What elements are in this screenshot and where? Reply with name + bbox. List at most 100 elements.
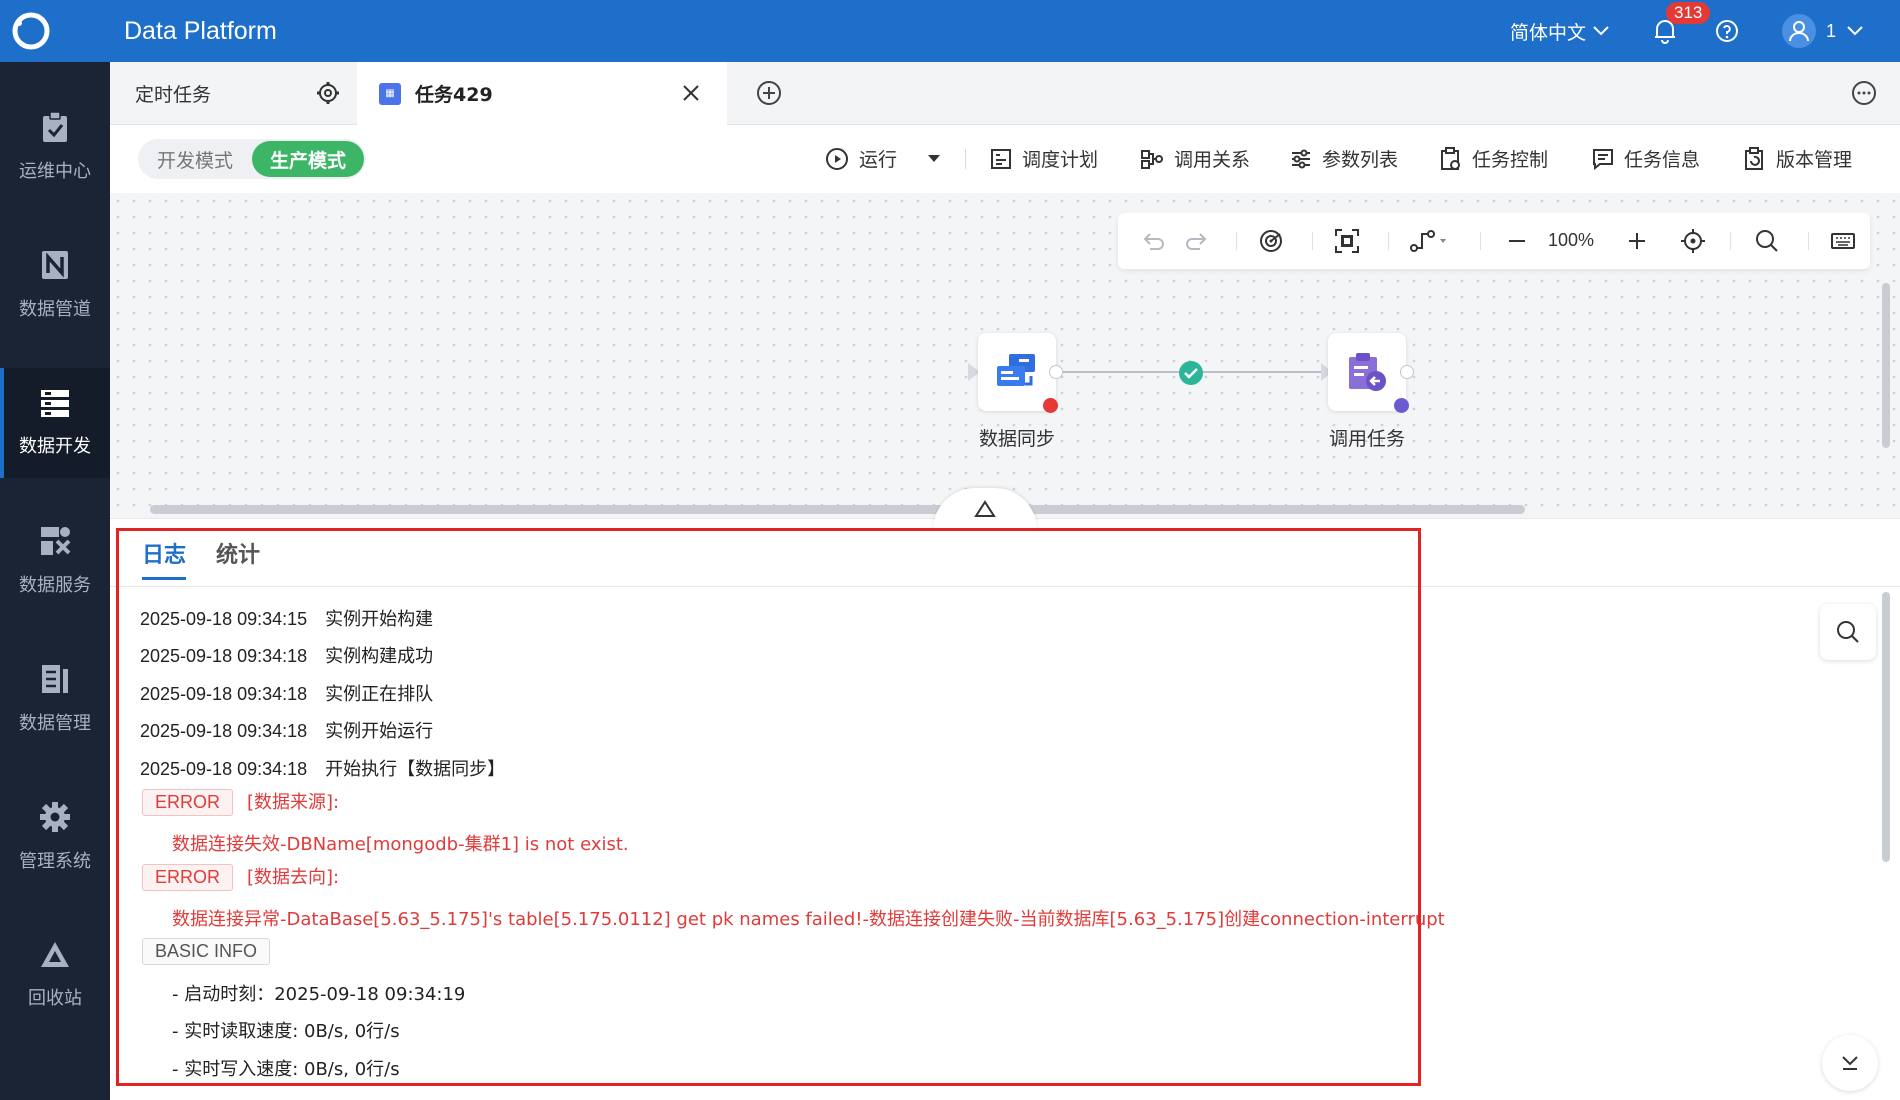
redo-icon[interactable] [1184, 228, 1210, 254]
log-timestamp: 2025-09-18 09:34:18 [140, 684, 308, 704]
log-vertical-scrollbar[interactable] [1882, 592, 1890, 862]
search-icon[interactable] [1754, 228, 1780, 254]
log-timestamp: 2025-09-18 09:34:18 [140, 721, 308, 741]
task-control-button[interactable]: 任务控制 [1440, 145, 1548, 172]
chevron-down-icon [1847, 26, 1863, 36]
app-title: Data Platform [124, 16, 277, 45]
param-list-button[interactable]: 参数列表 [1290, 145, 1398, 172]
fit-view-icon[interactable] [1334, 228, 1360, 254]
info-line: - 实时读取速度: 0B/s, 0行/s [172, 1021, 400, 1042]
help-button[interactable] [1712, 16, 1742, 46]
version-icon [1745, 146, 1763, 170]
sidebar-item-admin-system[interactable]: 管理系统 [0, 782, 110, 892]
tab-label: 定时任务 [135, 84, 212, 106]
log-message: 实例开始运行 [325, 721, 434, 742]
sidebar-item-data-service[interactable]: 数据服务 [0, 506, 110, 616]
error-title: [数据来源]: [247, 792, 340, 813]
task-toolbar: 开发模式 生产模式 运行 调度计划 调用关系 参数列表 任务控制 任务信息 版本… [110, 125, 1900, 193]
call-relation-button[interactable]: 调用关系 [1140, 145, 1250, 172]
node-label: 数据同步 [978, 428, 1055, 450]
output-port[interactable] [1400, 365, 1414, 379]
error-tag: ERROR [142, 789, 234, 816]
sidebar-item-label: 数据服务 [19, 575, 91, 596]
locate-icon[interactable] [1680, 228, 1706, 254]
sidebar-item-label: 管理系统 [19, 851, 91, 872]
schedule-plan-label: 调度计划 [1022, 149, 1099, 171]
sidebar-item-label: 数据管道 [19, 299, 91, 320]
scroll-to-bottom-button[interactable] [1822, 1035, 1878, 1091]
language-selector[interactable]: 简体中文 [1510, 18, 1610, 45]
sidebar-item-label: 数据开发 [19, 436, 91, 457]
sidebar-item-data-management[interactable]: 数据管理 [0, 644, 110, 754]
node-label: 调用任务 [1328, 428, 1405, 450]
triangle-up-icon [974, 500, 996, 517]
sliders-icon [1292, 149, 1310, 168]
sidebar-item-recycle-bin[interactable]: 回收站 [0, 920, 110, 1030]
zoom-in-icon[interactable] [1624, 228, 1650, 254]
node-call-task[interactable] [1328, 333, 1406, 411]
more-icon[interactable] [1850, 79, 1878, 107]
log-line: 2025-09-18 09:34:18 实例正在排队 [140, 680, 433, 706]
version-mgmt-label: 版本管理 [1776, 149, 1853, 171]
output-port[interactable] [1049, 365, 1063, 379]
search-icon [1837, 621, 1859, 643]
notification-badge: 313 [1665, 2, 1711, 24]
mode-dev-option[interactable]: 开发模式 [138, 146, 252, 173]
tab-task-429[interactable]: ▦ 任务429 [357, 62, 727, 125]
top-header: Data Platform 简体中文 313 1 [0, 0, 1900, 62]
radar-icon[interactable] [1258, 228, 1284, 254]
connector-style-icon[interactable] [1410, 228, 1450, 254]
add-tab-icon[interactable] [755, 79, 783, 107]
gear-icon[interactable] [315, 80, 341, 106]
close-icon[interactable] [677, 79, 705, 107]
avatar [1781, 14, 1816, 48]
tab-scheduled-tasks[interactable]: 定时任务 [110, 62, 355, 125]
log-line: 2025-09-18 09:34:18 实例开始运行 [140, 717, 433, 743]
play-icon [826, 147, 848, 170]
app-logo[interactable] [0, 0, 62, 62]
keyboard-icon[interactable] [1830, 228, 1856, 254]
mode-prod-option[interactable]: 生产模式 [252, 141, 364, 177]
tab-statistics[interactable]: 统计 [216, 537, 260, 569]
info-line: - 启动时刻：2025-09-18 09:34:19 [172, 984, 466, 1005]
user-menu[interactable]: 1 [1781, 14, 1864, 48]
data-sync-icon [997, 354, 1035, 386]
caret-down-icon[interactable] [927, 154, 941, 164]
task-info-button[interactable]: 任务信息 [1592, 145, 1700, 172]
error-detail: 数据连接异常-DataBase[5.63_5.175]'s table[5.17… [172, 909, 1445, 930]
chevron-down-icon [1593, 26, 1609, 36]
call-relation-label: 调用关系 [1174, 149, 1251, 171]
log-error-header: ERROR [数据去向]: [142, 863, 339, 891]
log-line: 2025-09-18 09:34:18 实例构建成功 [140, 642, 433, 668]
tab-label: 任务429 [415, 84, 493, 106]
vertical-scrollbar[interactable] [1882, 283, 1890, 448]
schedule-plan-button[interactable]: 调度计划 [990, 145, 1098, 172]
sidebar-item-data-pipeline[interactable]: 数据管道 [0, 230, 110, 340]
service-icon [41, 527, 71, 555]
log-message: 实例构建成功 [325, 646, 434, 667]
run-button[interactable]: 运行 [825, 145, 941, 172]
mode-switch[interactable]: 开发模式 生产模式 [138, 139, 366, 179]
log-timestamp: 2025-09-18 09:34:15 [140, 609, 308, 629]
gear-icon [40, 802, 70, 832]
version-mgmt-button[interactable]: 版本管理 [1744, 145, 1852, 172]
sidebar-item-ops-center[interactable]: 运维中心 [0, 92, 110, 202]
notification-button[interactable]: 313 [1650, 2, 1711, 46]
log-search-button[interactable] [1820, 604, 1876, 660]
horizontal-scrollbar[interactable] [150, 505, 1525, 514]
log-message: 实例开始构建 [325, 609, 434, 630]
undo-icon[interactable] [1140, 228, 1166, 254]
sidebar-item-label: 回收站 [28, 988, 82, 1009]
relation-icon [1141, 149, 1163, 169]
check-circle-icon [1179, 361, 1203, 385]
node-status-indicator [1394, 398, 1409, 413]
sidebar-item-data-dev[interactable]: 数据开发 [0, 368, 110, 478]
recycle-icon [41, 942, 69, 967]
management-icon [42, 665, 68, 693]
sidebar: 运维中心 数据管道 数据开发 数据服务 数据管理 管理系统 回收站 [0, 62, 110, 1100]
log-error-header: ERROR [数据来源]: [142, 788, 339, 816]
server-stack-icon [41, 390, 69, 417]
tab-log[interactable]: 日志 [142, 537, 187, 580]
zoom-out-icon[interactable] [1504, 228, 1530, 254]
log-timestamp: 2025-09-18 09:34:18 [140, 646, 308, 666]
